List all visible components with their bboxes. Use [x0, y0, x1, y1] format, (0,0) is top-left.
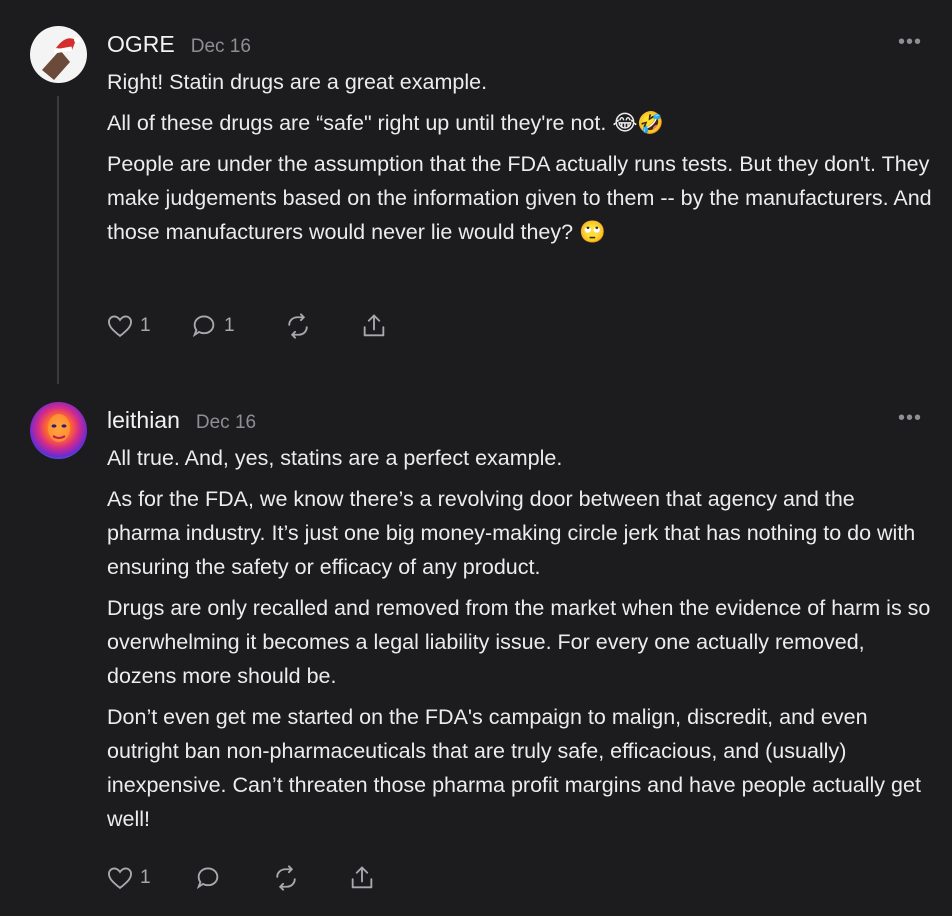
share-button[interactable] — [348, 864, 376, 892]
restack-icon — [288, 313, 308, 339]
comment-paragraph: Right! Statin drugs are a great example. — [107, 70, 488, 94]
restack-button[interactable] — [284, 312, 312, 340]
heart-icon — [107, 867, 133, 890]
reply-button[interactable] — [194, 864, 228, 892]
comment-bubble-icon — [192, 315, 215, 338]
comment-date[interactable]: Dec 16 — [196, 412, 256, 434]
reply-count: 1 — [224, 315, 235, 336]
more-options-icon[interactable]: ••• — [898, 31, 922, 54]
share-icon — [351, 866, 373, 889]
thread-line — [57, 96, 59, 384]
comment-body: All true. And, yes, statins are a perfec… — [107, 441, 932, 843]
colorful-portrait-avatar-icon — [30, 402, 87, 459]
santa-hat-character-avatar-icon — [30, 26, 87, 83]
restack-icon — [276, 865, 296, 891]
comment-paragraph: Don’t even get me started on the FDA's c… — [107, 705, 921, 831]
avatar[interactable] — [30, 402, 87, 459]
reply-button[interactable]: 1 — [190, 312, 235, 340]
more-options-icon[interactable]: ••• — [898, 407, 922, 430]
share-button[interactable] — [360, 312, 388, 340]
like-count: 1 — [140, 315, 151, 336]
comment-body: Right! Statin drugs are a great example.… — [107, 65, 932, 256]
comment-date[interactable]: Dec 16 — [191, 36, 251, 58]
restack-button[interactable] — [272, 864, 300, 892]
comment-leithian: leithian Dec 16 ••• All true. And, yes, … — [0, 380, 952, 916]
avatar[interactable] — [30, 26, 87, 83]
comment-paragraph: All of these drugs are “safe" right up u… — [107, 111, 665, 135]
comment-paragraph: Drugs are only recalled and removed from… — [107, 596, 931, 688]
author-name[interactable]: leithian — [107, 407, 180, 434]
comment-ogre: OGRE Dec 16 ••• Right! Statin drugs are … — [0, 0, 952, 384]
share-icon — [363, 314, 385, 337]
like-button[interactable]: 1 — [106, 864, 151, 892]
comment-bubble-icon — [196, 867, 219, 890]
comment-paragraph: As for the FDA, we know there’s a revolv… — [107, 487, 916, 579]
author-name[interactable]: OGRE — [107, 31, 175, 58]
comment-paragraph: People are under the assumption that the… — [107, 152, 932, 244]
like-count: 1 — [140, 867, 151, 888]
heart-icon — [107, 315, 133, 338]
comment-paragraph: All true. And, yes, statins are a perfec… — [107, 446, 563, 470]
like-button[interactable]: 1 — [106, 312, 151, 340]
